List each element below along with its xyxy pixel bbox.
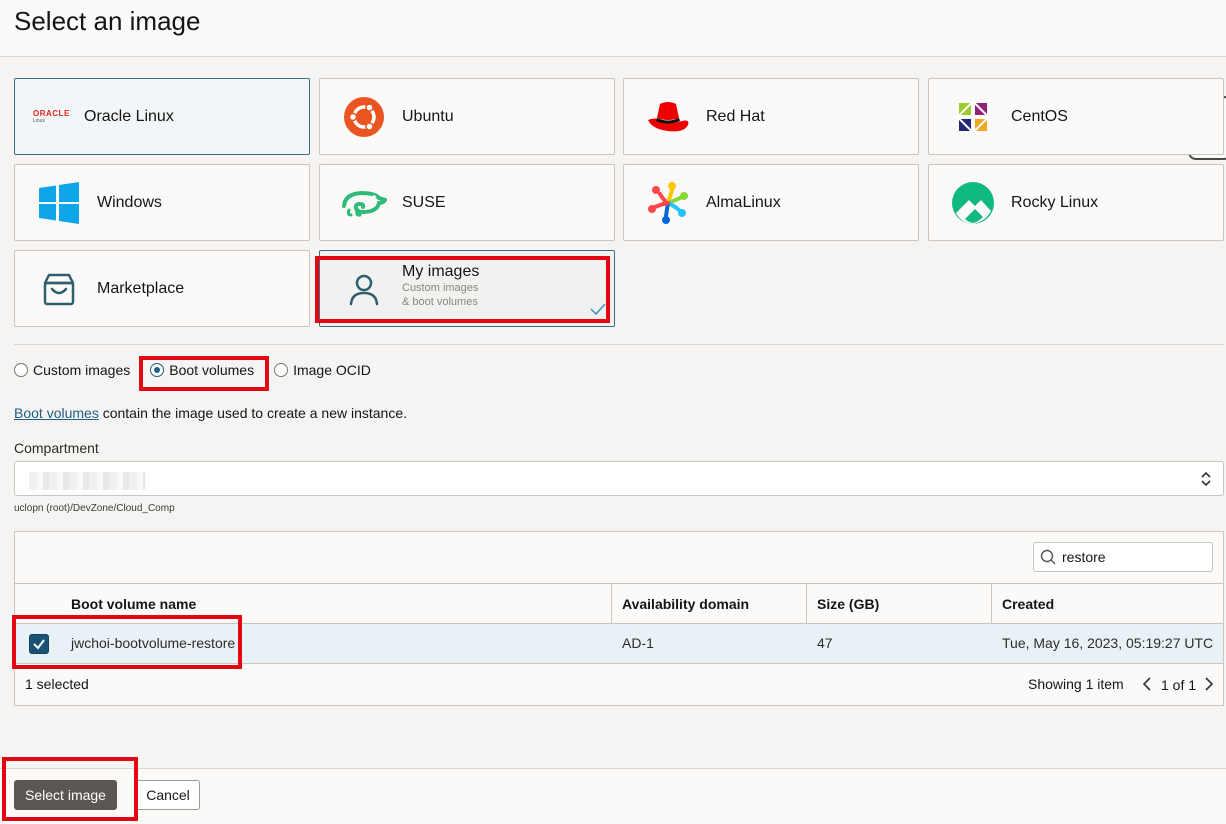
search-icon [1040,549,1056,565]
oracle-logo-sub: Linux [33,118,45,124]
tile-centos[interactable]: CentOS [928,78,1224,155]
column-divider [611,584,612,624]
cell-created: Tue, May 16, 2023, 05:19:27 UTC [1002,635,1214,651]
tile-marketplace[interactable]: Marketplace [14,250,310,327]
windows-logo-icon [29,173,89,233]
divider [14,344,1224,345]
tile-ubuntu[interactable]: Ubuntu [319,78,615,155]
column-header[interactable]: Size (GB) [817,596,879,612]
tile-label: AlmaLinux [706,193,781,211]
tile-label: CentOS [1011,107,1068,125]
ubuntu-logo-icon [334,87,394,147]
compartment-path: uclopn (root)/DevZone/Cloud_Comp [14,503,175,514]
table-footer: 1 selected Showing 1 item 1 of 1 [15,664,1223,704]
table-row[interactable]: jwchoi-bootvolume-restore AD-1 47 Tue, M… [15,624,1223,664]
prev-page-icon[interactable] [1141,676,1153,695]
column-header[interactable]: Boot volume name [71,596,196,612]
radio-button[interactable] [150,363,165,377]
tile-my-images[interactable]: My images Custom images & boot volumes [319,250,615,327]
table-header: Boot volume name Availability domain Siz… [15,583,1223,624]
compartment-select[interactable] [14,461,1224,496]
red-hat-logo-icon [638,87,698,147]
column-header[interactable]: Created [1002,596,1054,612]
radio-button[interactable] [274,363,289,377]
radio-label: Custom images [33,362,131,378]
radio-label: Boot volumes [169,362,255,378]
tile-label: Red Hat [706,107,765,125]
almalinux-logo-icon [638,173,698,233]
shopping-bag-icon [29,259,89,319]
select-image-button[interactable]: Select image [14,780,117,810]
oracle-linux-logo-icon: ORACLE Linux [33,87,83,147]
centos-logo-icon [943,87,1003,147]
boot-volumes-table: restore Boot volume name Availability do… [14,531,1224,706]
tile-almalinux[interactable]: AlmaLinux [623,164,919,241]
search-input[interactable]: restore [1033,542,1213,572]
tile-label: Oracle Linux [84,107,174,125]
oracle-logo-text: ORACLE [33,109,70,118]
page-title: Select an image [14,6,201,36]
dialog-header: Select an image [0,0,1226,57]
cell-availability-domain: AD-1 [622,635,654,651]
tile-label: Marketplace [97,279,185,297]
row-checkbox[interactable] [29,634,49,654]
tile-windows[interactable]: Windows [14,164,310,241]
checkmark-icon [33,639,45,650]
compartment-label: Compartment [14,440,99,456]
tile-oracle-linux[interactable]: ORACLE Linux Oracle Linux [14,78,310,155]
tile-label: SUSE [402,193,446,211]
selected-count: 1 selected [25,676,89,692]
tile-sublabel: & boot volumes [402,295,478,308]
tile-label: My images [402,262,480,280]
radio-image-ocid[interactable]: Image OCID [274,362,371,378]
rocky-linux-logo-icon [943,173,1003,233]
radio-label: Image OCID [293,362,371,378]
tile-rocky-linux[interactable]: Rocky Linux [928,164,1224,241]
tile-suse[interactable]: SUSE [319,164,615,241]
suse-chameleon-icon [334,173,394,233]
tile-label: Ubuntu [402,107,454,125]
radio-custom-images[interactable]: Custom images [14,362,130,378]
tile-red-hat[interactable]: Red Hat [623,78,919,155]
column-header[interactable]: Availability domain [622,596,749,612]
next-page-icon[interactable] [1203,676,1215,695]
tile-label: Rocky Linux [1011,193,1099,211]
source-type-radio-group: Custom images Boot volumes Image OCID [14,362,385,378]
cell-boot-volume-name: jwchoi-bootvolume-restore [71,635,236,651]
checkmark-icon [590,302,606,320]
cell-size: 47 [817,635,833,651]
radio-boot-volumes[interactable]: Boot volumes [150,362,254,378]
tile-label: Windows [97,193,162,211]
user-icon [334,259,394,319]
chevron-up-down-icon [1201,471,1211,492]
cancel-button[interactable]: Cancel [136,780,200,810]
radio-button[interactable] [14,363,28,377]
page-indicator: 1 of 1 [1161,677,1197,693]
description-body: contain the image used to create a new i… [98,405,408,421]
column-divider [991,584,992,624]
search-value: restore [1062,549,1106,565]
boot-volumes-link[interactable]: Boot volumes [14,405,99,421]
column-divider [806,584,807,624]
tile-sublabel: Custom images [402,281,479,294]
description-text: Boot volumes contain the image used to c… [14,405,407,421]
showing-count: Showing 1 item [1028,676,1124,692]
redacted-value [29,472,145,490]
